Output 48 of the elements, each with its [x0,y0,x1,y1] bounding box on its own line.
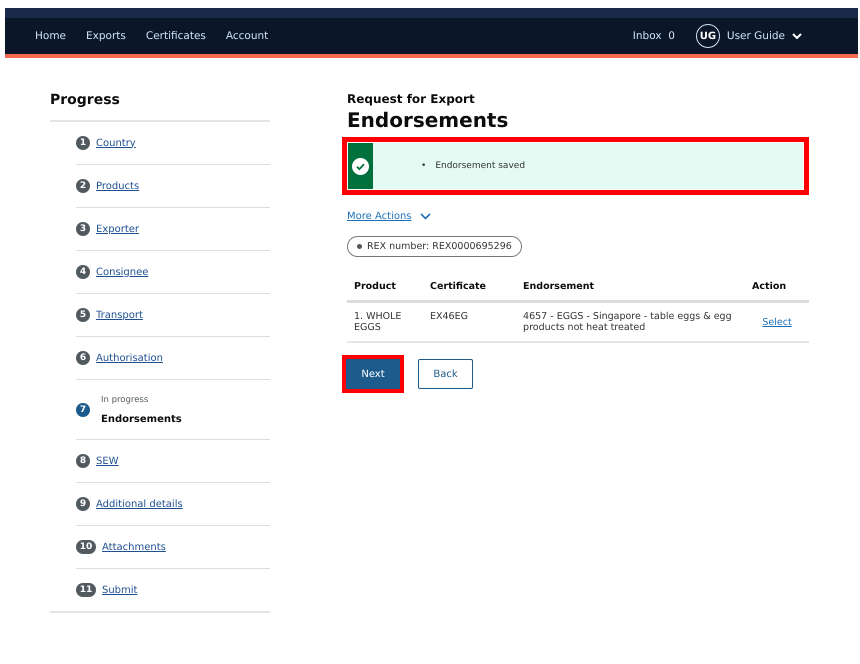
column-header: Endorsement [516,273,746,302]
column-header: Action [745,273,809,302]
next-button[interactable]: Next [346,359,400,389]
step-number: 1 [76,136,90,150]
table-cell: 4657 - EGGS - Singapore - table eggs & egg products not heat treated [516,302,746,342]
nav-link[interactable]: Account [226,30,268,42]
table-cell: EX46EG [423,302,516,342]
step-number: 4 [76,265,90,279]
back-button[interactable]: Back [418,359,473,389]
column-header: Certificate [423,273,516,302]
bullet-mark: • [421,160,426,172]
step-link[interactable]: Products [96,180,140,192]
user-avatar[interactable]: UG [696,24,720,48]
check-circle-icon [352,158,369,174]
nav-link[interactable]: Exports [86,30,126,42]
select-link[interactable]: Select [762,316,792,328]
step-link[interactable]: SEW [96,456,119,466]
step-link[interactable]: Exporter [96,224,139,234]
step-link[interactable]: Country [96,138,136,148]
step-link[interactable]: Transport [96,310,143,320]
inbox-link[interactable]: Inbox 0 [632,30,675,42]
table-cell: 1. WHOLE EGGS [347,302,423,342]
step-number: 5 [76,308,90,322]
step-number: 8 [76,454,90,468]
alert-message: Endorsement saved [435,160,526,172]
step-number: 3 [76,222,90,236]
more-actions-link[interactable]: More Actions [347,211,412,222]
step-number: 11 [76,583,96,597]
step-link[interactable]: Authorisation [96,352,163,364]
rex-number-text: REX number: REX0000695296 [367,241,512,252]
step-link[interactable]: Submit [102,584,138,596]
progress-heading: Progress [50,92,121,108]
step-number: 7 [76,402,90,416]
step-status: In progress [101,394,150,404]
current-step-label: Endorsements [101,414,182,424]
step-link[interactable]: Consignee [96,266,148,278]
column-header: Product [347,273,423,302]
user-menu[interactable]: User Guide [726,30,785,42]
page-caption: Request for Export [347,92,476,106]
nav-link[interactable]: Certificates [146,30,206,42]
step-number: 6 [76,351,90,365]
page-title: Endorsements [347,108,510,132]
step-number: 10 [76,540,96,554]
step-number: 9 [76,497,90,511]
step-link[interactable]: Attachments [102,542,166,552]
nav-link[interactable]: Home [35,30,66,42]
step-link[interactable]: Additional details [96,498,183,510]
step-number: 2 [76,179,90,193]
